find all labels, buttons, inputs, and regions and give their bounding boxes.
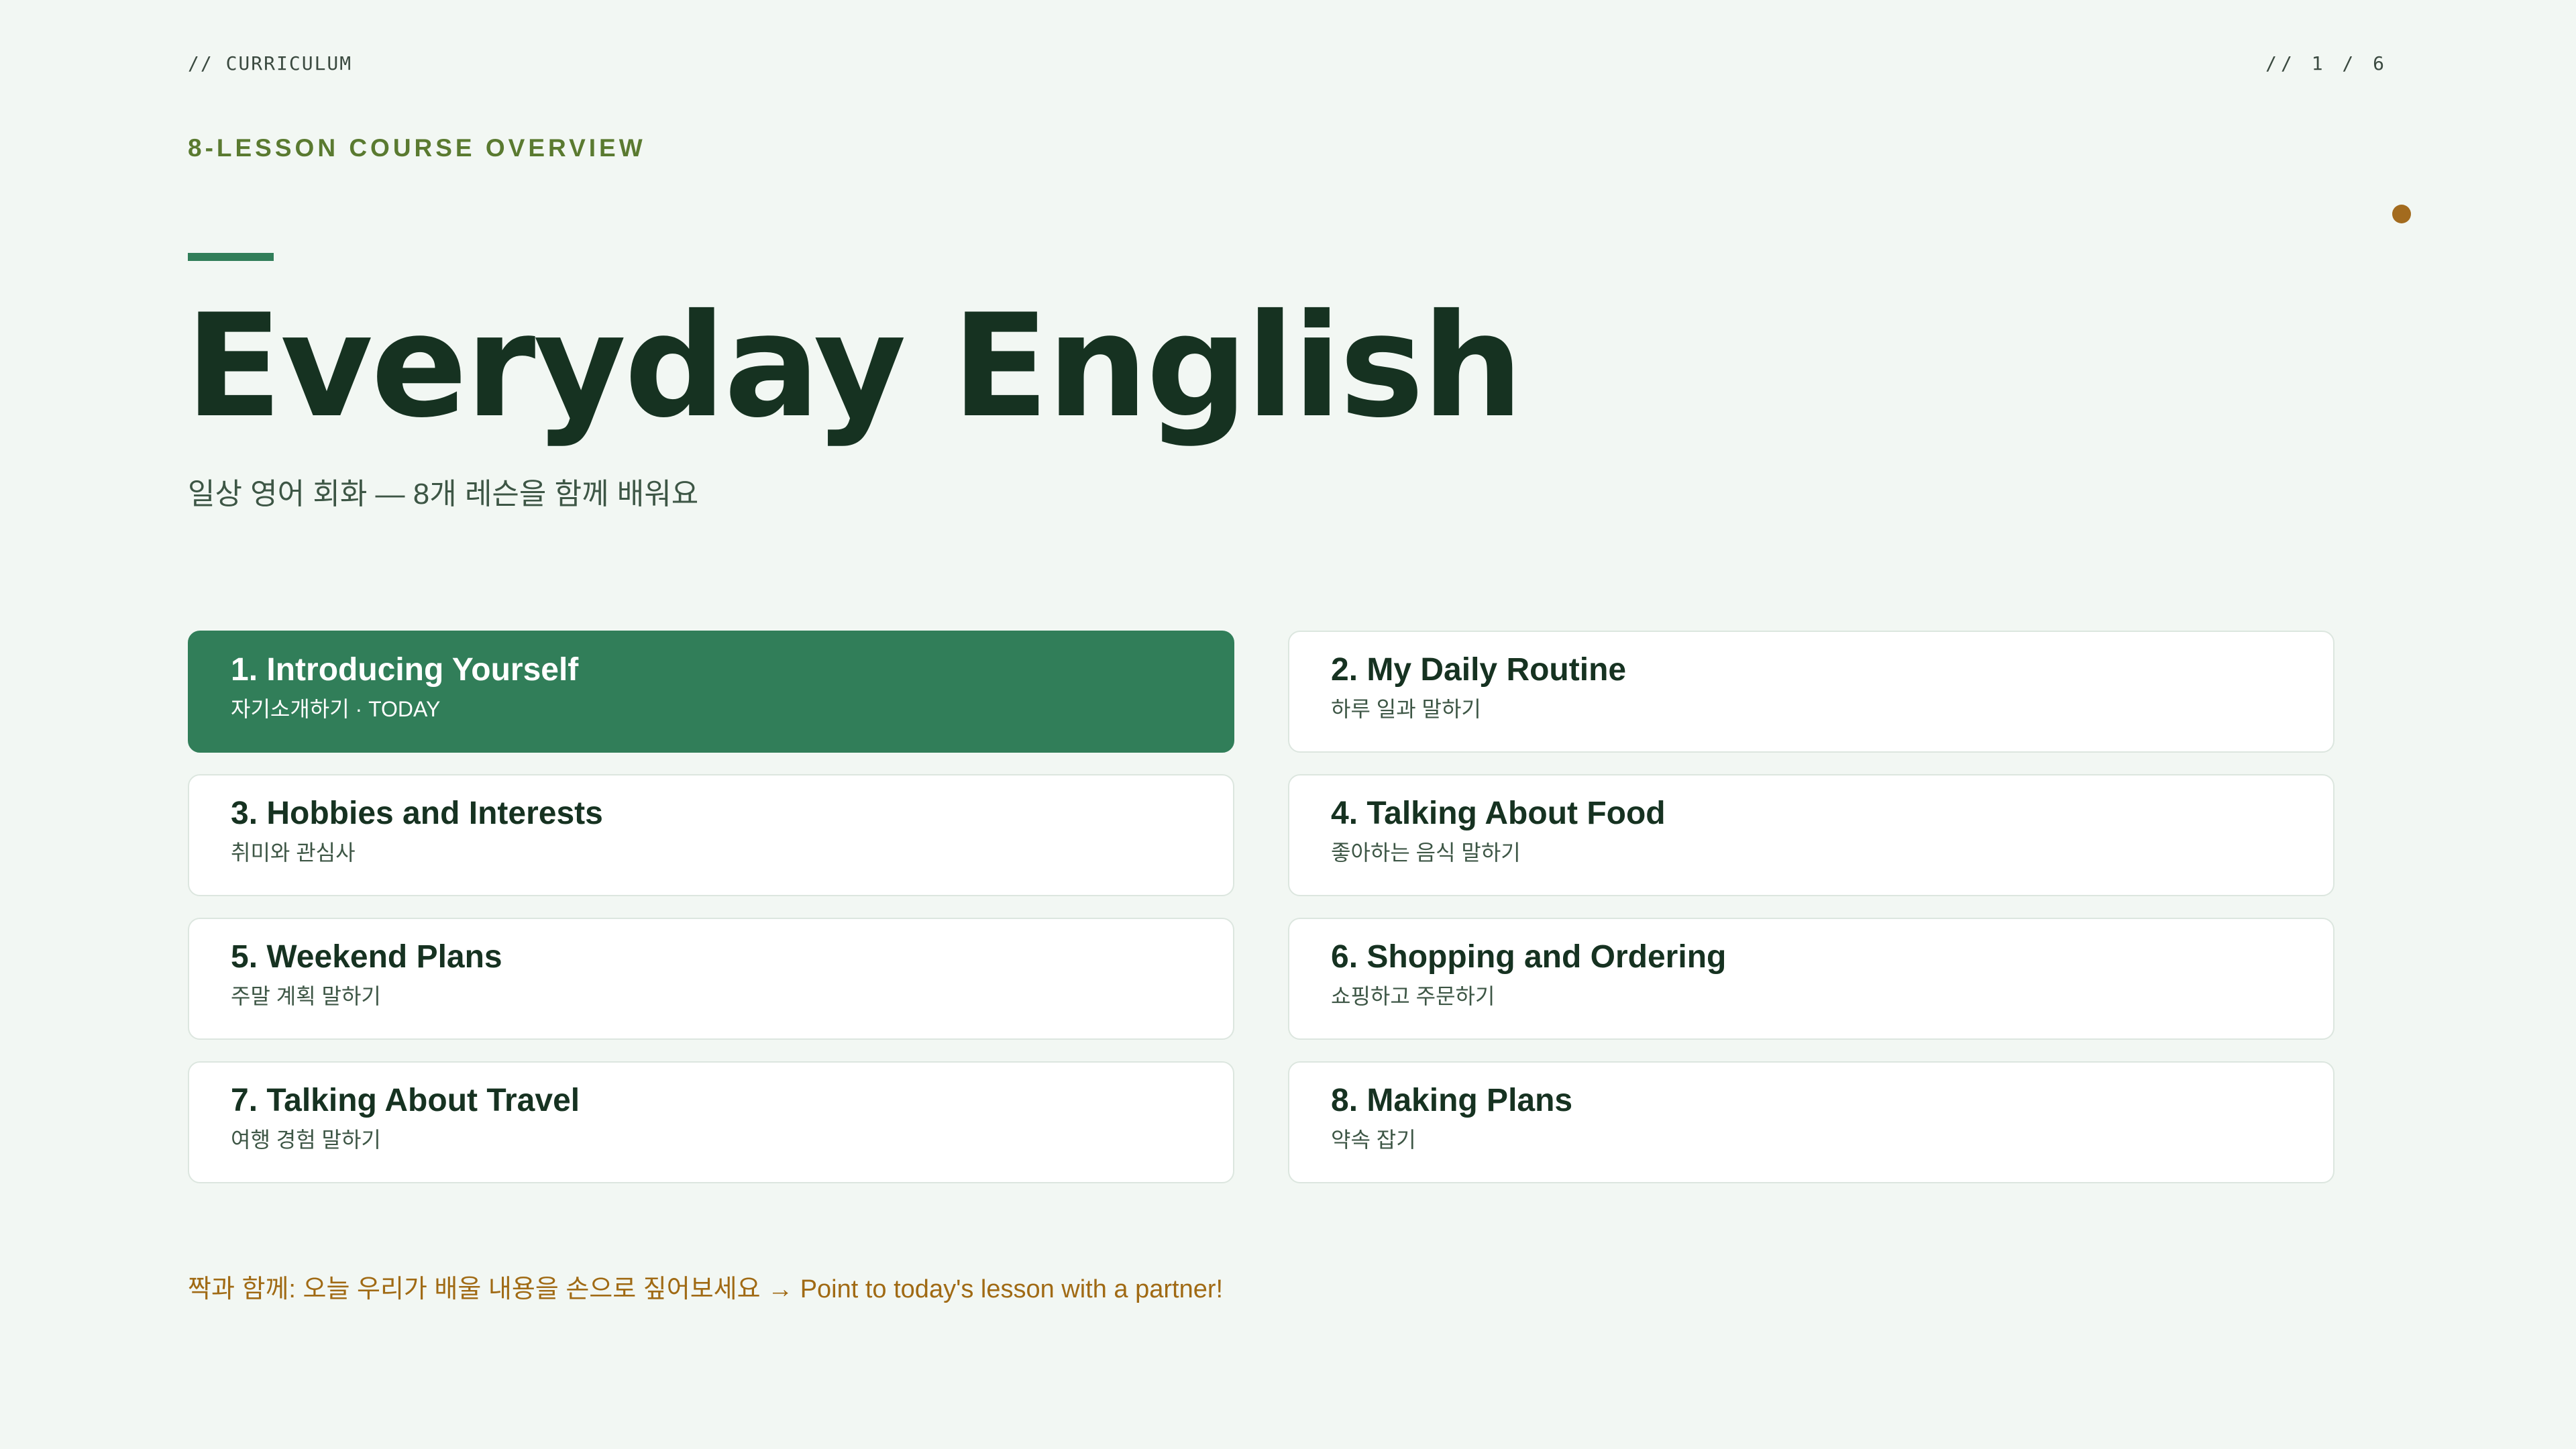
lesson-subtitle: 취미와 관심사 xyxy=(231,840,356,865)
lesson-title: 5. Weekend Plans xyxy=(231,939,502,975)
decorative-dot xyxy=(2392,205,2411,223)
lesson-subtitle: 좋아하는 음식 말하기 xyxy=(1331,840,1521,865)
lesson-subtitle: 쇼핑하고 주문하기 xyxy=(1331,983,1495,1008)
lesson-title: 8. Making Plans xyxy=(1331,1083,1573,1118)
lesson-card-7[interactable]: 7. Talking About Travel 여행 경험 말하기 xyxy=(188,1061,1234,1183)
section-label: // CURRICULUM xyxy=(188,52,353,74)
lesson-card-4[interactable]: 4. Talking About Food 좋아하는 음식 말하기 xyxy=(1288,774,2334,896)
lesson-title: 7. Talking About Travel xyxy=(231,1083,580,1118)
page-indicator: // 1 / 6 xyxy=(2265,52,2388,74)
course-eyebrow: 8-LESSON COURSE OVERVIEW xyxy=(188,134,646,162)
page-subtitle: 일상 영어 회화 — 8개 레슨을 함께 배워요 xyxy=(188,478,699,511)
lesson-subtitle: 자기소개하기 · TODAY xyxy=(231,696,441,721)
page-title: Everyday English xyxy=(185,283,1523,449)
lesson-title: 4. Talking About Food xyxy=(1331,796,1666,831)
lesson-subtitle: 여행 경험 말하기 xyxy=(231,1127,381,1152)
lesson-card-1[interactable]: 1. Introducing Yourself 자기소개하기 · TODAY xyxy=(188,631,1234,753)
lesson-subtitle: 하루 일과 말하기 xyxy=(1331,696,1481,721)
lesson-card-5[interactable]: 5. Weekend Plans 주말 계획 말하기 xyxy=(188,918,1234,1040)
lesson-subtitle: 약속 잡기 xyxy=(1331,1127,1416,1152)
lesson-card-6[interactable]: 6. Shopping and Ordering 쇼핑하고 주문하기 xyxy=(1288,918,2334,1040)
lesson-subtitle: 주말 계획 말하기 xyxy=(231,983,381,1008)
lesson-card-2[interactable]: 2. My Daily Routine 하루 일과 말하기 xyxy=(1288,631,2334,753)
lesson-grid: 1. Introducing Yourself 자기소개하기 · TODAY 2… xyxy=(188,631,2334,1183)
partner-activity-note: 짝과 함께: 오늘 우리가 배울 내용을 손으로 짚어보세요 → Point t… xyxy=(188,1275,1224,1303)
lesson-card-8[interactable]: 8. Making Plans 약속 잡기 xyxy=(1288,1061,2334,1183)
lesson-card-3[interactable]: 3. Hobbies and Interests 취미와 관심사 xyxy=(188,774,1234,896)
lesson-title: 6. Shopping and Ordering xyxy=(1331,939,1727,975)
title-accent-bar xyxy=(188,253,274,261)
lesson-title: 2. My Daily Routine xyxy=(1331,652,1627,688)
lesson-title: 1. Introducing Yourself xyxy=(231,652,579,688)
lesson-title: 3. Hobbies and Interests xyxy=(231,796,603,831)
